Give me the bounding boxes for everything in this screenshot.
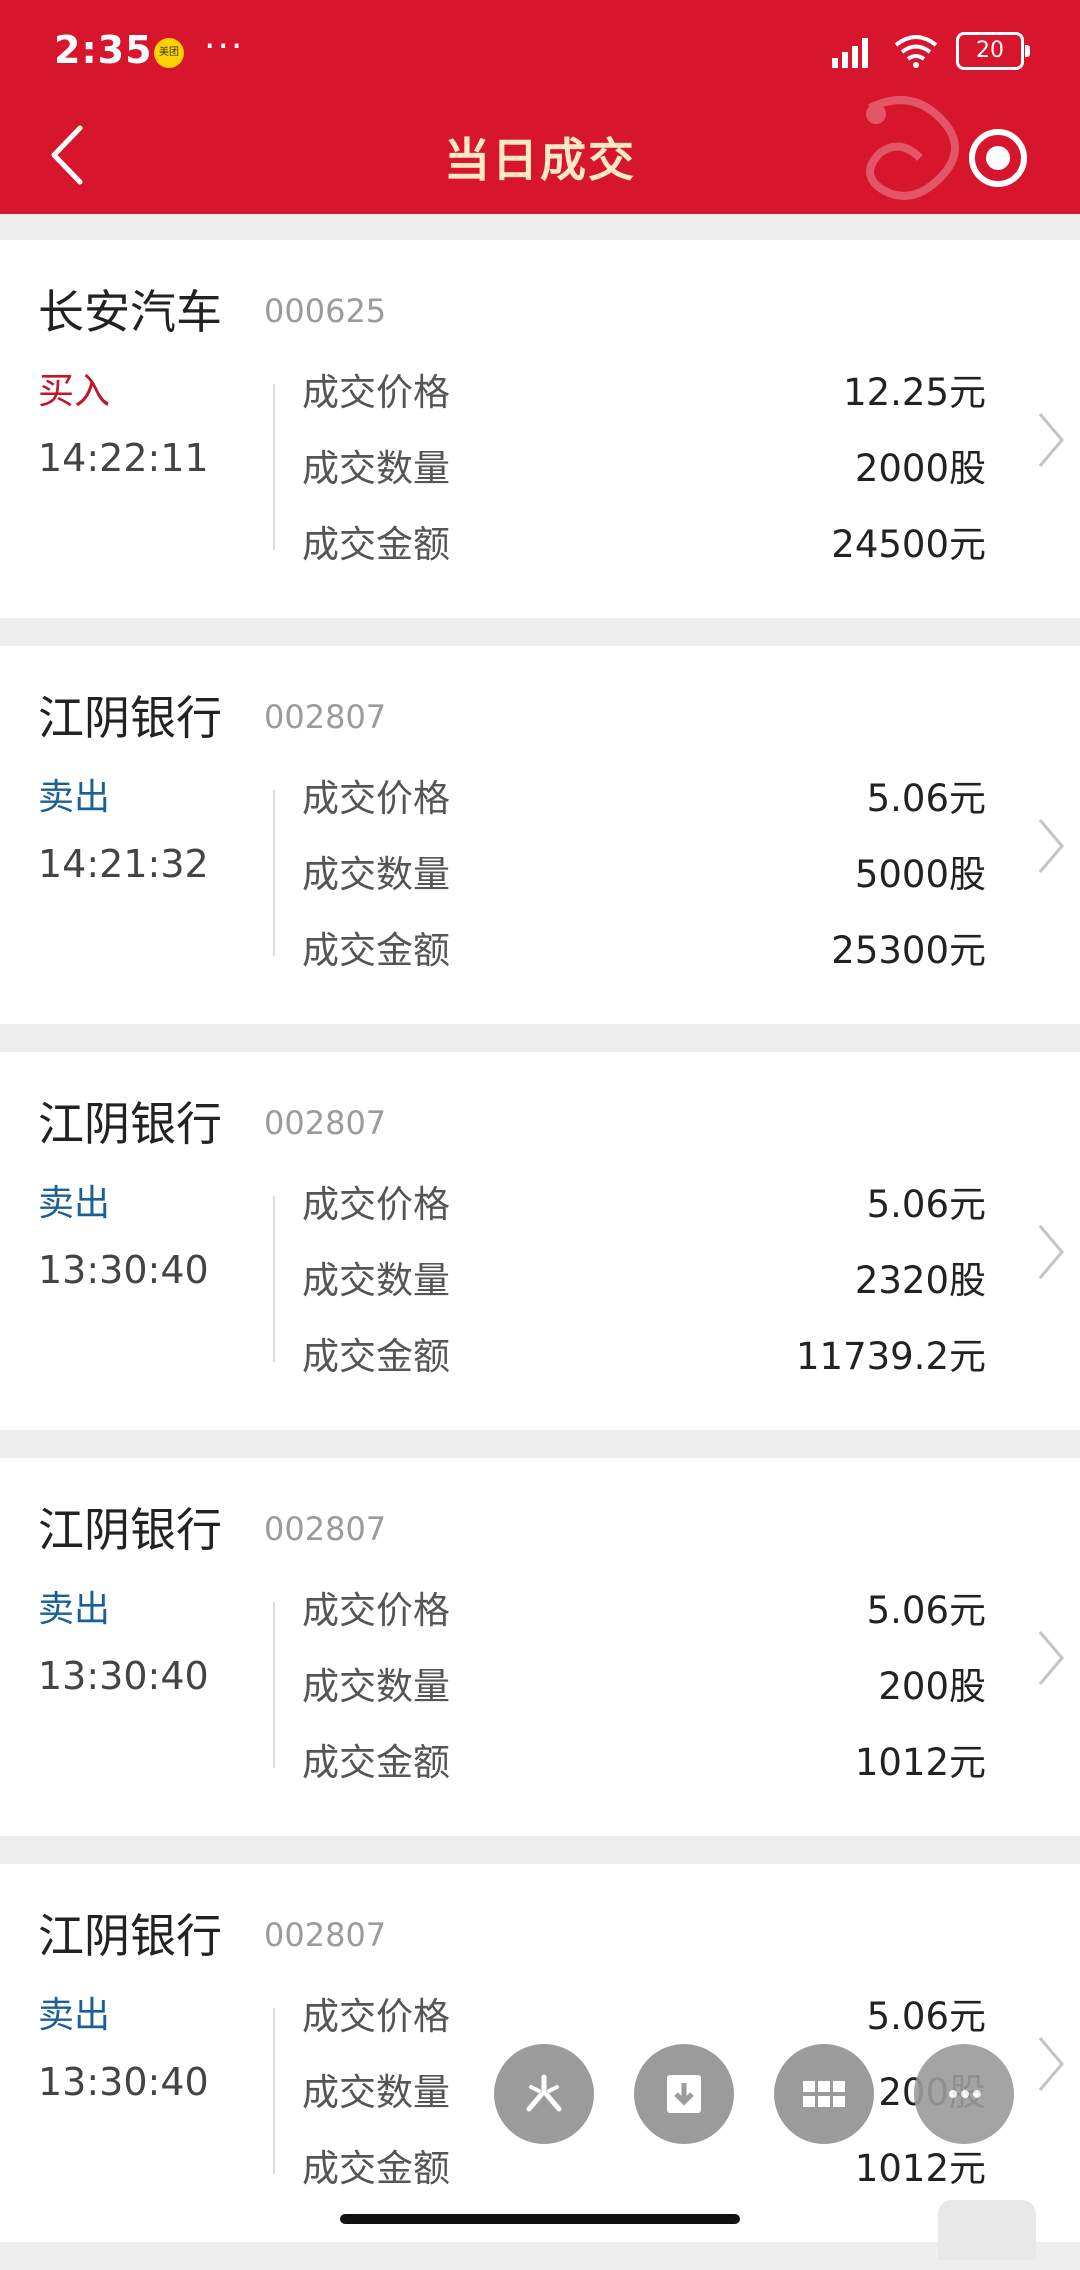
trade-direction: 卖出	[38, 1589, 111, 1630]
quantity-label: 成交数量	[302, 853, 450, 896]
grid-button[interactable]	[774, 2044, 874, 2144]
quantity-value: 2000股	[854, 447, 986, 490]
amount-value: 24500元	[831, 523, 986, 566]
trade-time: 13:30:40	[38, 2060, 209, 2104]
divider	[273, 2008, 275, 2174]
trade-direction: 卖出	[38, 1183, 111, 1224]
price-value: 5.06元	[866, 1995, 986, 2038]
trade-direction: 卖出	[38, 1995, 111, 2036]
target-button[interactable]	[966, 126, 1030, 190]
divider	[273, 1602, 275, 1768]
sparkle-button[interactable]	[494, 2044, 594, 2144]
trade-time: 14:21:32	[38, 842, 209, 886]
stock-code: 002807	[264, 1104, 387, 1142]
amount-label: 成交金额	[302, 2147, 450, 2190]
sparkle-icon	[526, 2074, 562, 2112]
download-button[interactable]	[634, 2044, 734, 2144]
signal-icon	[832, 38, 868, 68]
stock-code: 002807	[264, 1916, 387, 1954]
amount-value: 1012元	[854, 1741, 986, 1784]
chevron-right-icon	[1038, 1225, 1064, 1279]
price-value: 5.06元	[866, 1589, 986, 1632]
trade-direction: 买入	[38, 371, 111, 412]
amount-value: 11739.2元	[795, 1335, 986, 1378]
quantity-label: 成交数量	[302, 1259, 450, 1302]
amount-label: 成交金额	[302, 523, 450, 566]
stock-code: 002807	[264, 1510, 387, 1548]
divider	[273, 1196, 275, 1362]
trade-time: 14:22:11	[38, 436, 209, 480]
download-icon	[667, 2075, 701, 2113]
trade-card[interactable]: 江阴银行 002807 卖出 14:21:32 成交价格 5.06元 成交数量 …	[0, 646, 1080, 1024]
price-label: 成交价格	[302, 1589, 450, 1632]
price-value: 5.06元	[866, 1183, 986, 1226]
wifi-icon	[894, 35, 938, 68]
chevron-right-icon	[1038, 2037, 1064, 2091]
stock-name: 长安汽车	[38, 285, 222, 339]
price-label: 成交价格	[302, 1995, 450, 2038]
status-time: 2:35	[54, 28, 153, 72]
amount-label: 成交金额	[302, 1335, 450, 1378]
trade-card[interactable]: 江阴银行 002807 卖出 13:30:40 成交价格 5.06元 成交数量 …	[0, 1052, 1080, 1430]
more-icon	[949, 2090, 981, 2098]
trade-direction: 卖出	[38, 777, 111, 818]
chevron-right-icon	[1038, 819, 1064, 873]
battery-icon: 20	[956, 32, 1030, 70]
trade-list: 长安汽车 000625 买入 14:22:11 成交价格 12.25元 成交数量…	[0, 240, 1080, 2270]
price-label: 成交价格	[302, 777, 450, 820]
trade-card[interactable]: 长安汽车 000625 买入 14:22:11 成交价格 12.25元 成交数量…	[0, 240, 1080, 618]
meituan-notification-icon: 美团	[154, 38, 184, 68]
price-value: 12.25元	[843, 371, 986, 414]
trade-time: 13:30:40	[38, 1248, 209, 1292]
stock-name: 江阴银行	[38, 1909, 222, 1963]
amount-label: 成交金额	[302, 1741, 450, 1784]
amount-label: 成交金额	[302, 929, 450, 972]
price-value: 5.06元	[866, 777, 986, 820]
trade-time: 13:30:40	[38, 1654, 209, 1698]
quantity-value: 5000股	[854, 853, 986, 896]
amount-value: 25300元	[831, 929, 986, 972]
quantity-label: 成交数量	[302, 447, 450, 490]
quantity-label: 成交数量	[302, 1665, 450, 1708]
dragon-watermark-icon	[866, 96, 959, 200]
amount-value: 1012元	[854, 2147, 986, 2190]
stock-name: 江阴银行	[38, 1503, 222, 1557]
price-label: 成交价格	[302, 1183, 450, 1226]
status-more-icon: ···	[204, 26, 245, 67]
quantity-value: 2320股	[854, 1259, 986, 1302]
quantity-label: 成交数量	[302, 2071, 450, 2114]
grid-icon	[803, 2081, 845, 2107]
stock-code: 000625	[264, 292, 387, 330]
stock-name: 江阴银行	[38, 1097, 222, 1151]
divider	[273, 790, 275, 956]
divider	[273, 384, 275, 550]
home-indicator[interactable]	[340, 2214, 740, 2224]
top-bar: 2:35 美团 ··· 20 当日成交	[0, 0, 1080, 214]
quantity-value: 200股	[878, 1665, 986, 1708]
price-label: 成交价格	[302, 371, 450, 414]
stock-code: 002807	[264, 698, 387, 736]
stock-name: 江阴银行	[38, 691, 222, 745]
chevron-right-icon	[1038, 413, 1064, 467]
more-button[interactable]	[914, 2044, 1014, 2144]
chevron-right-icon	[1038, 1631, 1064, 1685]
status-indicators: 20	[826, 32, 1030, 70]
trade-card[interactable]: 江阴银行 002807 卖出 13:30:40 成交价格 5.06元 成交数量 …	[0, 1458, 1080, 1836]
refresh-button[interactable]	[938, 2200, 1036, 2260]
